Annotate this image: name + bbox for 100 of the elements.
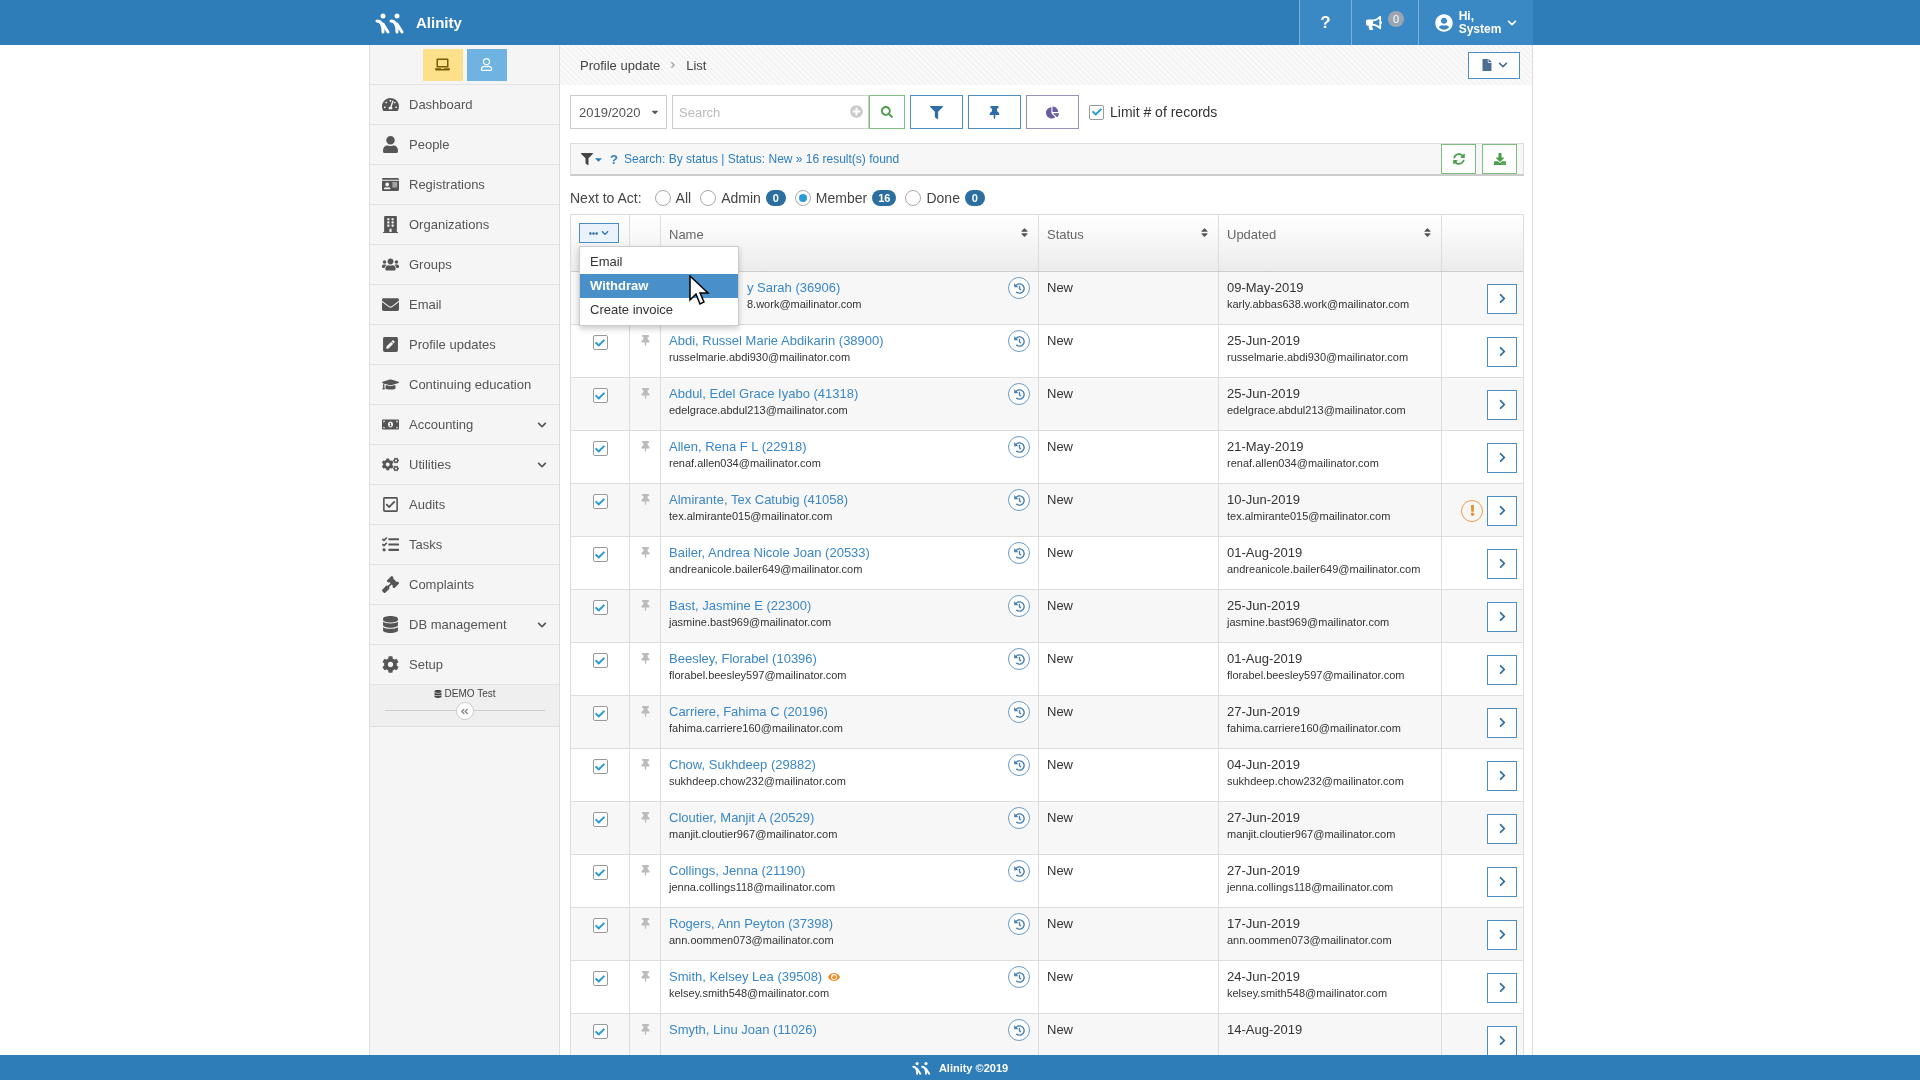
history-button[interactable] [1008, 595, 1030, 617]
pin-button[interactable] [968, 95, 1021, 129]
open-record-button[interactable] [1487, 707, 1517, 738]
limit-records-checkbox[interactable]: Limit # of records [1089, 104, 1218, 120]
pin-icon[interactable] [639, 600, 651, 611]
next-to-act-radio[interactable]: Done [901, 190, 960, 206]
sidebar-item[interactable]: People [370, 125, 559, 165]
row-checkbox[interactable] [592, 812, 608, 827]
pin-icon[interactable] [639, 388, 651, 399]
bulk-actions-button[interactable] [579, 223, 619, 243]
pin-icon[interactable] [639, 865, 651, 876]
menu-item[interactable]: Email [580, 250, 738, 274]
refresh-button[interactable] [1441, 144, 1476, 174]
person-link[interactable]: Allen, Rena F L (22918) [669, 439, 807, 454]
open-record-button[interactable] [1487, 654, 1517, 685]
pin-icon[interactable] [639, 812, 651, 823]
column-header[interactable]: Status [1047, 227, 1084, 242]
sidebar-item[interactable]: Tasks [370, 525, 559, 565]
pin-icon[interactable] [639, 653, 651, 664]
history-button[interactable] [1008, 807, 1030, 829]
history-button[interactable] [1008, 330, 1030, 352]
sort-icon[interactable] [1422, 227, 1433, 238]
sidebar-item[interactable]: Continuing education [370, 365, 559, 405]
pin-icon[interactable] [639, 441, 651, 452]
history-button[interactable] [1008, 966, 1030, 988]
history-button[interactable] [1008, 860, 1030, 882]
open-record-button[interactable] [1487, 919, 1517, 950]
pin-icon[interactable] [639, 706, 651, 717]
sidebar-item[interactable]: Email [370, 285, 559, 325]
row-checkbox[interactable] [592, 600, 608, 615]
row-checkbox[interactable] [592, 335, 608, 350]
row-checkbox[interactable] [592, 918, 608, 933]
column-header[interactable]: Updated [1227, 227, 1277, 242]
search-button[interactable] [869, 95, 905, 129]
user-menu-button[interactable]: Hi, System [1418, 0, 1533, 45]
row-checkbox[interactable] [592, 441, 608, 456]
person-link[interactable]: Chow, Sukhdeep (29882) [669, 757, 816, 772]
person-link[interactable]: Abdi, Russel Marie Abdikarin (38900) [669, 333, 884, 348]
next-to-act-radio[interactable]: Admin [696, 190, 761, 206]
history-button[interactable] [1008, 489, 1030, 511]
year-select[interactable]: 2019/2020 [570, 95, 667, 129]
pin-icon[interactable] [639, 335, 651, 346]
person-link[interactable]: Abdul, Edel Grace Iyabo (41318) [669, 386, 859, 401]
open-record-button[interactable] [1487, 442, 1517, 473]
history-button[interactable] [1008, 648, 1030, 670]
sidebar-item[interactable]: Audits [370, 485, 559, 525]
history-button[interactable] [1008, 542, 1030, 564]
column-header[interactable]: Name [669, 227, 704, 242]
sort-icon[interactable] [1199, 227, 1210, 238]
filter-button[interactable] [910, 95, 963, 129]
person-link[interactable]: Collings, Jenna (21190) [669, 863, 806, 878]
person-link[interactable]: y Sarah (36906) [747, 280, 841, 295]
row-checkbox[interactable] [592, 494, 608, 509]
pie-chart-button[interactable] [1026, 95, 1079, 129]
history-button[interactable] [1008, 383, 1030, 405]
open-record-button[interactable] [1487, 813, 1517, 844]
row-checkbox[interactable] [592, 388, 608, 403]
next-to-act-radio[interactable]: All [650, 190, 692, 206]
menu-item[interactable]: Create invoice [580, 298, 738, 322]
collapse-sidebar-button[interactable] [455, 702, 474, 720]
open-record-button[interactable] [1487, 389, 1517, 420]
history-button[interactable] [1008, 701, 1030, 723]
history-button[interactable] [1008, 1019, 1030, 1041]
history-button[interactable] [1008, 277, 1030, 299]
open-record-button[interactable] [1487, 1025, 1517, 1055]
row-checkbox[interactable] [592, 865, 608, 880]
person-link[interactable]: Rogers, Ann Peyton (37398) [669, 916, 834, 931]
breadcrumb-link[interactable]: List [686, 57, 707, 73]
history-button[interactable] [1008, 913, 1030, 935]
desktop-view-button[interactable] [422, 48, 463, 81]
person-link[interactable]: Smyth, Linu Joan (11026) [669, 1022, 817, 1037]
open-record-button[interactable] [1487, 760, 1517, 791]
row-checkbox[interactable] [592, 653, 608, 668]
sidebar-item[interactable]: Organizations [370, 205, 559, 245]
pin-icon[interactable] [639, 759, 651, 770]
history-button[interactable] [1008, 754, 1030, 776]
person-link[interactable]: Bast, Jasmine E (22300) [669, 598, 812, 613]
help-button[interactable]: ? [1299, 0, 1351, 45]
sidebar-item[interactable]: Utilities [370, 445, 559, 485]
row-checkbox[interactable] [592, 759, 608, 774]
open-record-button[interactable] [1487, 495, 1517, 526]
sort-icon[interactable] [1019, 227, 1030, 238]
person-link[interactable]: Almirante, Tex Catubig (41058) [669, 492, 848, 507]
pin-icon[interactable] [639, 918, 651, 929]
row-checkbox[interactable] [592, 547, 608, 562]
sidebar-item[interactable]: Accounting [370, 405, 559, 445]
history-button[interactable] [1008, 436, 1030, 458]
row-checkbox[interactable] [592, 971, 608, 986]
open-record-button[interactable] [1487, 972, 1517, 1003]
sidebar-item[interactable]: Groups [370, 245, 559, 285]
breadcrumb-link[interactable]: Profile update [580, 57, 661, 73]
row-checkbox[interactable] [592, 1024, 608, 1039]
open-record-button[interactable] [1487, 283, 1517, 314]
open-record-button[interactable] [1487, 336, 1517, 367]
download-button[interactable] [1482, 144, 1517, 174]
person-link[interactable]: Bailer, Andrea Nicole Joan (20533) [669, 545, 870, 560]
sidebar-item[interactable]: Complaints [370, 565, 559, 605]
sidebar-item[interactable]: Dashboard [370, 85, 559, 125]
open-record-button[interactable] [1487, 548, 1517, 579]
sidebar-item[interactable]: Profile updates [370, 325, 559, 365]
